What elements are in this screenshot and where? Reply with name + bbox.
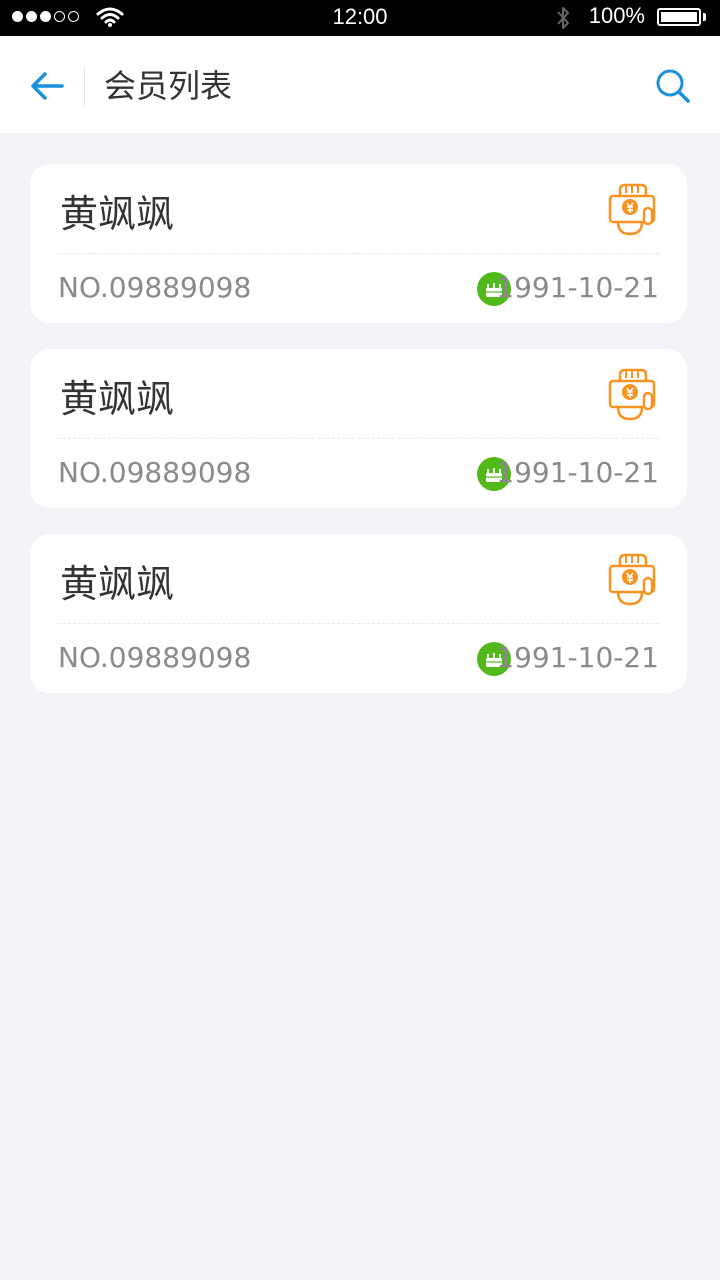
nav-bar: 会员列表: [0, 36, 720, 133]
battery-tip: [703, 13, 706, 21]
member-card[interactable]: 黄飒飒 NO.09889098 1991-10-21: [30, 164, 687, 323]
card-divider: [58, 438, 659, 439]
battery-percent: 100%: [588, 3, 645, 28]
search-button[interactable]: [653, 66, 693, 106]
member-card-money-icon[interactable]: [608, 182, 656, 238]
page-title: 会员列表: [104, 67, 233, 105]
card-divider: [58, 623, 659, 624]
battery-icon: [657, 8, 701, 26]
member-name: 黄飒飒: [60, 562, 175, 606]
member-card-money-icon[interactable]: [608, 552, 656, 608]
member-number: NO.09889098: [58, 271, 252, 304]
member-card[interactable]: 黄飒飒 NO.09889098 1991-10-21: [30, 349, 687, 508]
member-name: 黄飒飒: [60, 192, 175, 236]
nav-divider: [84, 68, 85, 106]
member-number: NO.09889098: [58, 456, 252, 489]
member-number: NO.09889098: [58, 641, 252, 674]
search-icon: [656, 69, 690, 103]
back-button[interactable]: [28, 66, 68, 106]
arrow-left-icon: [31, 72, 64, 100]
member-list: 黄飒飒 NO.09889098 1991-10-21 黄飒飒 NO.098890…: [30, 164, 687, 719]
member-birthday: 1991-10-21: [496, 641, 659, 674]
bluetooth-icon: [557, 7, 569, 29]
member-card-money-icon[interactable]: [608, 367, 656, 423]
member-name: 黄飒飒: [60, 377, 175, 421]
member-birthday: 1991-10-21: [496, 456, 659, 489]
member-birthday: 1991-10-21: [496, 271, 659, 304]
card-divider: [58, 253, 659, 254]
member-card[interactable]: 黄飒飒 NO.09889098 1991-10-21: [30, 534, 687, 693]
status-bar: 12:00 100%: [0, 0, 720, 36]
